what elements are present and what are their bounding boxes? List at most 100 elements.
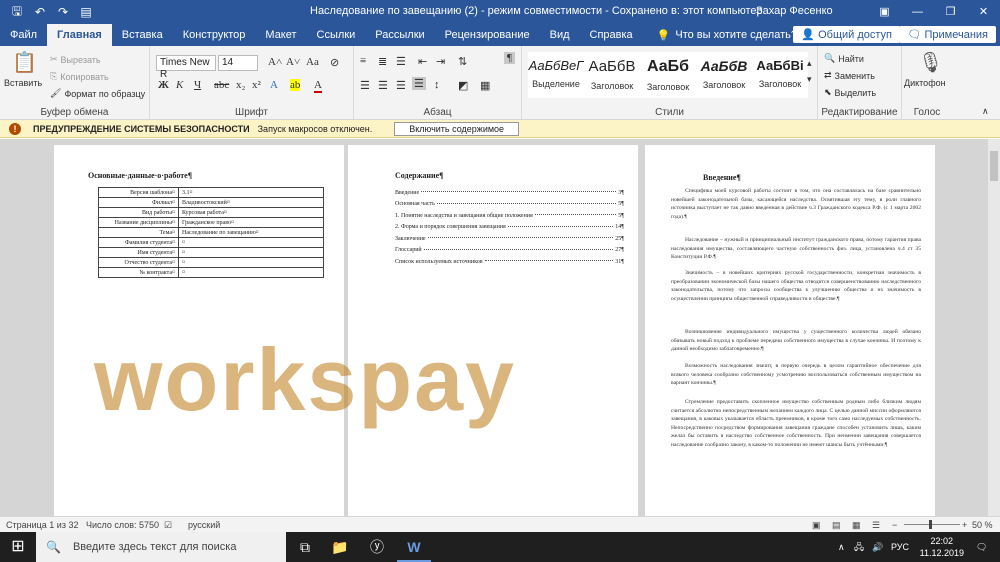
windows-start-icon[interactable]: ⊞ xyxy=(0,532,36,562)
enable-content-button[interactable]: Включить содержимое xyxy=(394,121,520,136)
styles-scroll-up-icon[interactable]: ▴ xyxy=(807,58,812,69)
strikethrough-icon[interactable]: abc xyxy=(214,79,229,91)
share-button[interactable]: 👤 Общий доступ xyxy=(793,26,900,43)
focus-icon[interactable]: ▣ xyxy=(812,520,821,531)
italic-icon[interactable]: К xyxy=(176,79,183,91)
tab-references[interactable]: Ссылки xyxy=(307,24,366,46)
page-3[interactable]: Введение¶ Специфика моей курсовой работы… xyxy=(645,145,935,516)
tab-layout[interactable]: Макет xyxy=(255,24,306,46)
highlight-icon[interactable]: ab xyxy=(290,79,301,91)
toc-entry[interactable]: Основная часть 5¶ xyxy=(395,199,624,211)
redo-icon[interactable]: ↷ xyxy=(56,5,70,19)
word-app-icon[interactable]: W xyxy=(397,532,431,562)
justify-icon[interactable]: ☰ xyxy=(412,77,426,90)
superscript-icon[interactable]: x² xyxy=(252,79,261,91)
zoom-in-icon[interactable]: + xyxy=(962,520,967,530)
sort-icon[interactable]: ⇅ xyxy=(458,55,467,68)
tell-me-box[interactable]: 💡 Что вы хотите сделать? xyxy=(657,29,797,42)
style-heading-4[interactable]: АаБбВі Заголовок xyxy=(752,52,808,98)
page-2[interactable]: Содержание¶ Введение 3¶ Основная часть 5¶ … xyxy=(348,145,638,516)
style-heading-3[interactable]: АаБбВ Заголовок xyxy=(696,52,752,98)
align-center-icon[interactable]: ☰ xyxy=(378,79,388,92)
tray-expand-icon[interactable]: ∧ xyxy=(838,532,845,562)
user-name[interactable]: Захар Фесенко xyxy=(756,5,833,17)
align-right-icon[interactable]: ☰ xyxy=(396,79,406,92)
borders-icon[interactable]: ▦ xyxy=(480,79,490,92)
zoom-level[interactable]: 50 % xyxy=(972,520,993,530)
notifications-icon[interactable]: 🗨 xyxy=(976,532,987,562)
web-layout-icon[interactable]: ☰ xyxy=(872,520,880,531)
line-spacing-icon[interactable]: ↕ xyxy=(434,79,440,91)
tab-home[interactable]: Главная xyxy=(47,24,112,46)
vertical-scrollbar[interactable] xyxy=(988,139,1000,516)
file-explorer-icon[interactable]: 📁 xyxy=(323,532,357,562)
zoom-slider-thumb[interactable] xyxy=(929,520,932,529)
increase-indent-icon[interactable]: ⇥ xyxy=(436,55,445,68)
input-language[interactable]: РУС xyxy=(891,532,909,562)
clear-formatting-icon[interactable]: ⊘ xyxy=(330,56,339,69)
grow-font-icon[interactable]: A˄ xyxy=(268,56,282,68)
tab-file[interactable]: Файл xyxy=(0,24,47,46)
clock[interactable]: 22:02 11.12.2019 xyxy=(920,535,964,559)
scrollbar-thumb[interactable] xyxy=(990,151,998,181)
subscript-icon[interactable]: x₂ xyxy=(236,79,245,91)
style-heading-1[interactable]: АаБбВ Заголовок xyxy=(584,52,640,98)
multilevel-list-icon[interactable]: ☰ xyxy=(396,55,406,68)
tab-insert[interactable]: Вставка xyxy=(112,24,173,46)
paste-button[interactable]: Вставить xyxy=(4,78,42,88)
comments-button[interactable]: 🗨 Примечания xyxy=(899,26,996,43)
word-count[interactable]: Число слов: 5750 xyxy=(86,520,159,530)
close-icon[interactable]: ✕ xyxy=(967,0,1000,24)
cut-button[interactable]: ✂ Вырезать xyxy=(50,54,101,65)
toc-entry[interactable]: Глоссарий 27¶ xyxy=(395,245,624,257)
zoom-slider[interactable] xyxy=(904,524,960,525)
page-count[interactable]: Страница 1 из 32 xyxy=(6,520,78,530)
collapse-ribbon-icon[interactable]: ∧ xyxy=(982,106,989,117)
toc-entry[interactable]: Введение 3¶ xyxy=(395,187,624,199)
toc-entry[interactable]: 1. Понятие наследства и завещания общие … xyxy=(395,210,624,222)
replace-button[interactable]: ⇄ Заменить xyxy=(824,70,875,81)
find-button[interactable]: 🔍 Найти xyxy=(824,53,864,64)
underline-icon[interactable]: Ч xyxy=(194,79,201,91)
font-color-icon[interactable]: A xyxy=(314,79,322,93)
change-case-icon[interactable]: Aa xyxy=(306,56,319,68)
bold-icon[interactable]: Ж xyxy=(158,79,169,91)
toc-entry[interactable]: Заключение 25¶ xyxy=(395,233,624,245)
style-emphasis[interactable]: АаБбВеГ Выделение xyxy=(528,52,584,98)
bullets-icon[interactable]: ≡ xyxy=(360,55,366,67)
volume-icon[interactable]: 🔊 xyxy=(872,532,883,562)
toc-entry[interactable]: Список используемых источников 31¶ xyxy=(395,256,624,268)
decrease-indent-icon[interactable]: ⇤ xyxy=(418,55,427,68)
format-painter-button[interactable]: 🖌 Формат по образцу xyxy=(50,88,145,99)
style-heading-2[interactable]: АаБб Заголовок xyxy=(640,52,696,98)
tab-help[interactable]: Справка xyxy=(580,24,643,46)
read-mode-icon[interactable]: ▤ xyxy=(79,5,93,19)
task-view-icon[interactable]: ⧉ xyxy=(288,532,322,562)
show-marks-icon[interactable]: ¶ xyxy=(504,52,515,64)
taskbar-search[interactable]: 🔍 Введите здесь текст для поиска xyxy=(36,532,286,562)
minimize-icon[interactable]: — xyxy=(901,0,934,24)
font-size-combo[interactable]: 14 xyxy=(218,55,258,71)
zoom-out-icon[interactable]: − xyxy=(892,520,897,530)
styles-scroll-down-icon[interactable]: ▾ xyxy=(807,74,812,85)
align-left-icon[interactable]: ☰ xyxy=(360,79,370,92)
microphone-icon[interactable]: 🎙 xyxy=(918,50,943,75)
tab-review[interactable]: Рецензирование xyxy=(435,24,540,46)
numbering-icon[interactable]: ≣ xyxy=(378,55,387,68)
language-status[interactable]: русский xyxy=(188,520,220,530)
proofing-icon[interactable]: ☑ xyxy=(164,520,172,531)
yandex-browser-icon[interactable]: ⓨ xyxy=(360,532,394,562)
tab-mailings[interactable]: Рассылки xyxy=(365,24,434,46)
shrink-font-icon[interactable]: A˅ xyxy=(286,56,300,68)
tab-design[interactable]: Конструктор xyxy=(173,24,256,46)
shading-icon[interactable]: ◩ xyxy=(458,79,468,92)
toc-entry[interactable]: 2. Форма и порядок совершения завещания 1… xyxy=(395,222,624,234)
tab-view[interactable]: Вид xyxy=(540,24,580,46)
font-name-combo[interactable]: Times New R xyxy=(156,55,216,80)
select-button[interactable]: ⬉ Выделить xyxy=(824,87,876,98)
print-layout-icon[interactable]: ▦ xyxy=(852,520,861,531)
page-1[interactable]: Основные·данные·о·работе¶ Версия шаблона… xyxy=(54,145,344,516)
paste-icon[interactable]: 📋 xyxy=(12,50,37,75)
network-icon[interactable]: 🖧 xyxy=(854,532,864,562)
copy-button[interactable]: ⎘ Копировать xyxy=(50,71,109,82)
